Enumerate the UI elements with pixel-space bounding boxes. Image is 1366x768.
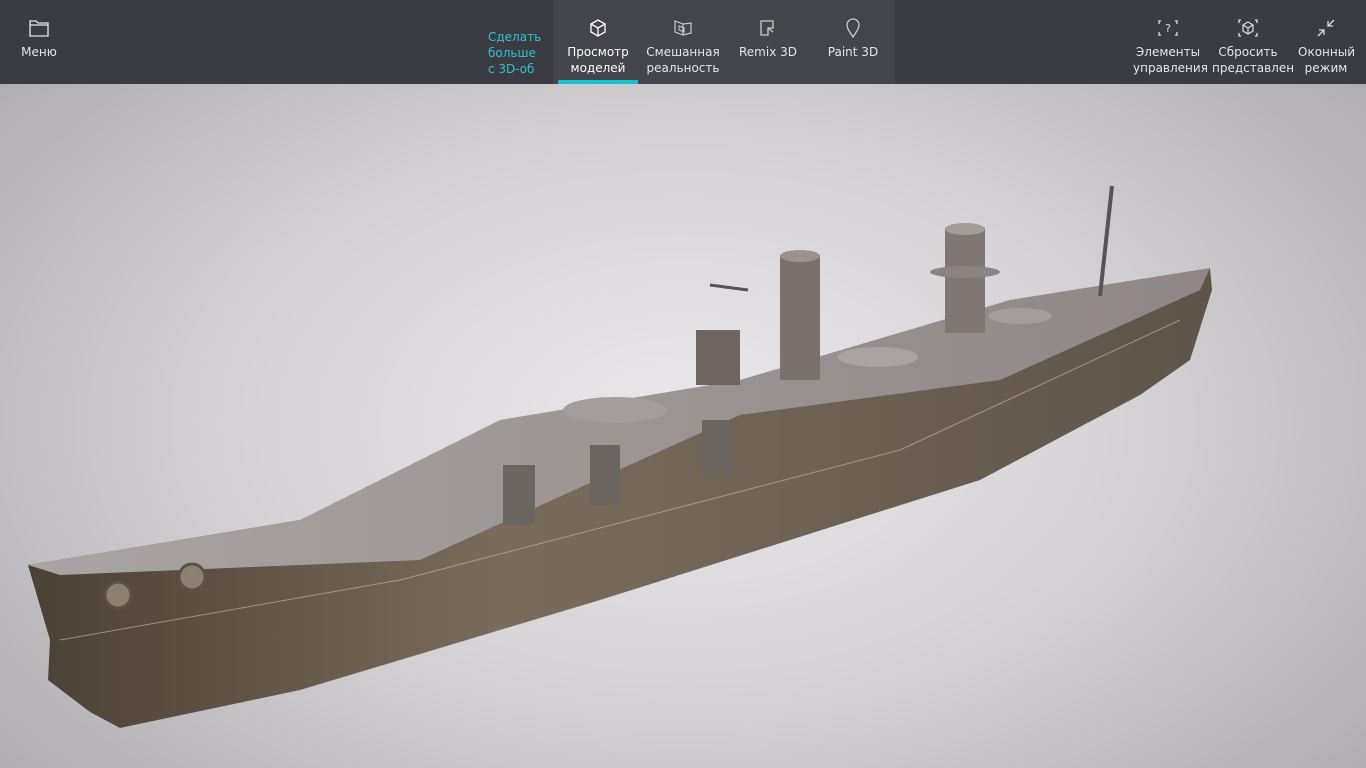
tab-label: Paint 3D: [827, 45, 879, 59]
battleship-model: [28, 185, 1212, 728]
window-mode-icon: [1316, 18, 1336, 38]
cube-icon: [589, 18, 607, 38]
tab-label: Просмотр моделей: [567, 45, 629, 75]
menu-label: Меню: [21, 45, 57, 59]
window-mode-button[interactable]: Оконный режим: [1293, 0, 1359, 84]
controls-help-icon: ?: [1157, 18, 1179, 38]
menu-button[interactable]: Меню: [14, 0, 64, 84]
remix-icon: [759, 18, 777, 38]
3d-model-viewport[interactable]: [0, 84, 1366, 768]
paint-icon: [845, 18, 861, 38]
reset-view-label: Сбросить представлен: [1212, 45, 1295, 75]
tab-paint-3d[interactable]: Paint 3D: [813, 0, 893, 84]
tab-mixed-reality[interactable]: Смешанная реальность: [643, 0, 723, 84]
top-toolbar: Меню Сделать больше с 3D-об Просмотр мод…: [0, 0, 1366, 84]
tab-model-viewer[interactable]: Просмотр моделей: [558, 0, 638, 84]
svg-text:?: ?: [1165, 22, 1171, 35]
window-mode-label: Оконный режим: [1298, 45, 1355, 75]
reset-view-button[interactable]: Сбросить представлен: [1211, 0, 1295, 84]
controls-button[interactable]: ? Элементы управления: [1133, 0, 1208, 84]
promo-link[interactable]: Сделать больше с 3D-об: [471, 0, 553, 84]
mixed-reality-icon: [673, 18, 693, 38]
controls-label: Элементы управления: [1133, 45, 1208, 75]
tab-label: Remix 3D: [739, 45, 797, 59]
tab-label: Смешанная реальность: [646, 45, 720, 75]
folder-icon: [29, 18, 49, 38]
reset-view-icon: [1237, 18, 1259, 38]
tab-remix-3d[interactable]: Remix 3D: [728, 0, 808, 84]
